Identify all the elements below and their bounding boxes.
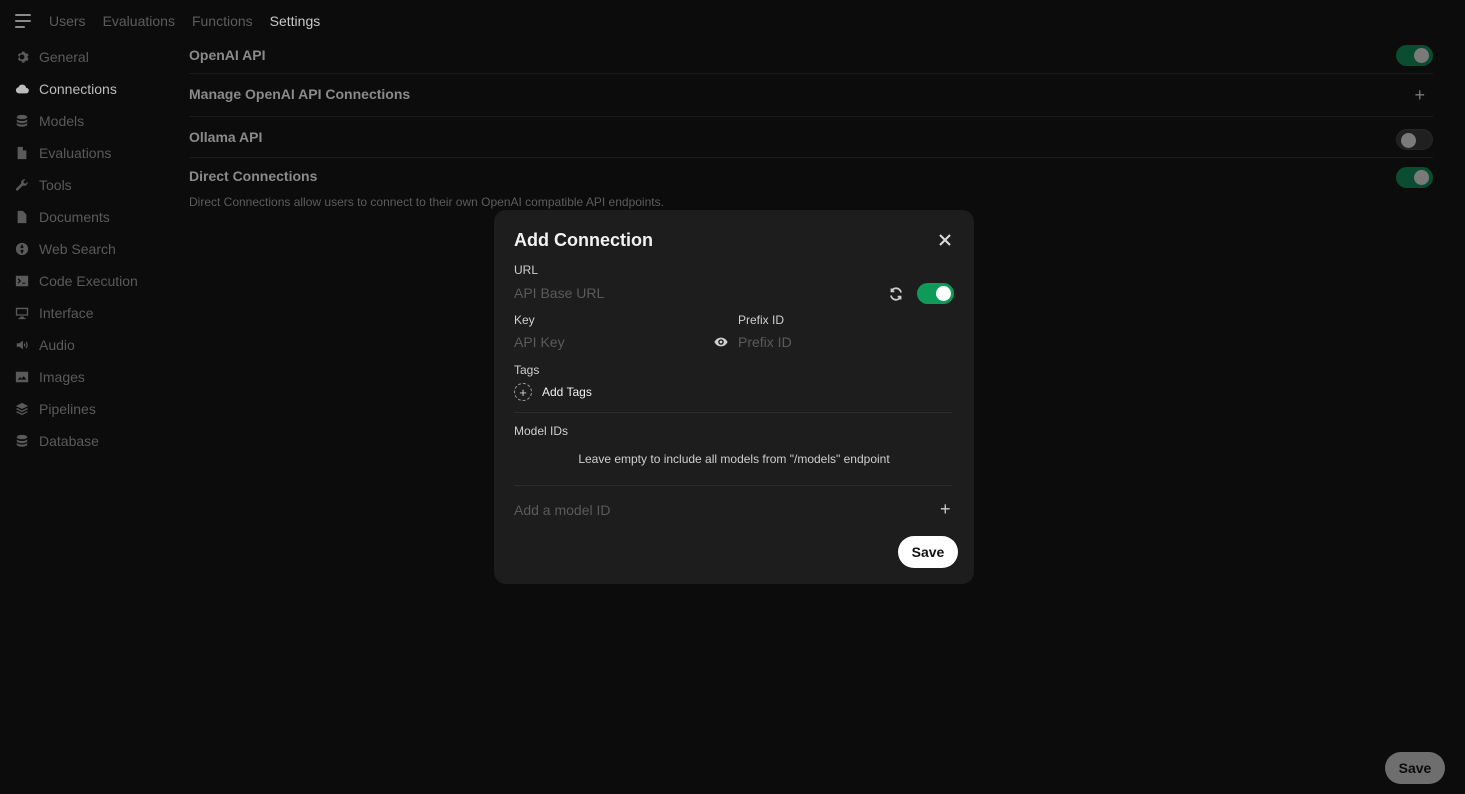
direct-connections-row: Direct Connections Direct Connections al… xyxy=(189,158,1433,218)
plus-icon: + xyxy=(514,383,532,401)
document-icon xyxy=(15,146,29,160)
globe-icon xyxy=(15,242,29,256)
prefix-id-label: Prefix ID xyxy=(738,313,785,327)
wrench-icon xyxy=(15,178,29,192)
close-icon[interactable] xyxy=(938,233,952,247)
sidebar-item-interface[interactable]: Interface xyxy=(15,297,175,329)
sidebar-item-connections[interactable]: Connections xyxy=(15,73,175,105)
openai-api-toggle[interactable] xyxy=(1396,45,1433,66)
url-input[interactable] xyxy=(514,284,874,302)
settings-save-button[interactable]: Save xyxy=(1385,752,1445,784)
openai-api-label: OpenAI API xyxy=(189,47,266,63)
speaker-icon xyxy=(15,338,29,352)
modal-title: Add Connection xyxy=(514,230,653,250)
divider xyxy=(514,412,952,413)
tab-users[interactable]: Users xyxy=(49,13,86,29)
sidebar-item-label: Models xyxy=(39,113,85,129)
url-label: URL xyxy=(514,263,539,277)
api-key-input[interactable] xyxy=(514,333,704,351)
stack-icon xyxy=(15,114,29,128)
image-icon xyxy=(15,370,29,384)
sidebar-item-label: Database xyxy=(39,433,99,449)
sidebar: General Connections Models Evaluations T… xyxy=(15,41,175,457)
sidebar-item-evaluations[interactable]: Evaluations xyxy=(15,137,175,169)
sidebar-item-label: General xyxy=(39,49,89,65)
document-icon xyxy=(15,210,29,224)
sidebar-item-pipelines[interactable]: Pipelines xyxy=(15,393,175,425)
sidebar-item-label: Tools xyxy=(39,177,72,193)
direct-connections-toggle[interactable] xyxy=(1396,167,1433,188)
top-nav: Users Evaluations Functions Settings xyxy=(15,10,337,32)
model-ids-label: Model IDs xyxy=(514,424,569,438)
refresh-icon[interactable] xyxy=(888,286,904,302)
sidebar-item-label: Connections xyxy=(39,81,117,97)
tab-settings[interactable]: Settings xyxy=(270,13,321,29)
direct-connections-label: Direct Connections xyxy=(189,168,318,184)
sidebar-item-code-execution[interactable]: Code Execution xyxy=(15,265,175,297)
manage-openai-label: Manage OpenAI API Connections xyxy=(189,86,411,102)
connections-settings: OpenAI API Manage OpenAI API Connections… xyxy=(189,40,1433,218)
terminal-icon xyxy=(15,274,29,288)
sidebar-item-tools[interactable]: Tools xyxy=(15,169,175,201)
direct-connections-description: Direct Connections allow users to connec… xyxy=(189,195,664,209)
sidebar-item-audio[interactable]: Audio xyxy=(15,329,175,361)
monitor-icon xyxy=(15,306,29,320)
modal-save-button[interactable]: Save xyxy=(898,536,958,568)
tags-label: Tags xyxy=(514,363,540,377)
add-connection-modal: Add Connection URL Key Prefix ID Tags + … xyxy=(494,210,974,584)
ollama-api-toggle[interactable] xyxy=(1396,129,1433,150)
sidebar-item-label: Documents xyxy=(39,209,110,225)
sidebar-item-label: Images xyxy=(39,369,85,385)
gear-icon xyxy=(15,50,29,64)
add-tags-label: Add Tags xyxy=(542,385,592,399)
connection-enabled-toggle[interactable] xyxy=(917,283,954,304)
add-openai-connection-button[interactable]: + xyxy=(1414,86,1425,104)
tab-evaluations[interactable]: Evaluations xyxy=(103,13,175,29)
sidebar-item-documents[interactable]: Documents xyxy=(15,201,175,233)
prefix-id-input[interactable] xyxy=(738,333,948,351)
sidebar-item-label: Code Execution xyxy=(39,273,138,289)
sidebar-item-models[interactable]: Models xyxy=(15,105,175,137)
sidebar-item-label: Web Search xyxy=(39,241,116,257)
sidebar-item-label: Interface xyxy=(39,305,94,321)
menu-icon[interactable] xyxy=(15,14,31,28)
database-icon xyxy=(15,434,29,448)
sidebar-item-database[interactable]: Database xyxy=(15,425,175,457)
add-tags-button[interactable]: + Add Tags xyxy=(514,383,592,401)
settings-page: Users Evaluations Functions Settings Gen… xyxy=(0,0,1465,794)
model-ids-hint: Leave empty to include all models from "… xyxy=(578,452,890,466)
sidebar-item-label: Audio xyxy=(39,337,75,353)
layers-icon xyxy=(15,402,29,416)
sidebar-item-images[interactable]: Images xyxy=(15,361,175,393)
key-label: Key xyxy=(514,313,535,327)
tab-functions[interactable]: Functions xyxy=(192,13,253,29)
add-model-id-button[interactable]: + xyxy=(940,500,951,518)
eye-icon[interactable] xyxy=(714,335,728,349)
divider xyxy=(514,485,952,486)
ollama-api-label: Ollama API xyxy=(189,129,263,145)
sidebar-item-web-search[interactable]: Web Search xyxy=(15,233,175,265)
openai-api-row: OpenAI API xyxy=(189,40,1433,74)
sidebar-item-label: Evaluations xyxy=(39,145,112,161)
ollama-api-row: Ollama API xyxy=(189,117,1433,158)
manage-openai-row: Manage OpenAI API Connections + xyxy=(189,74,1433,117)
sidebar-item-general[interactable]: General xyxy=(15,41,175,73)
cloud-icon xyxy=(15,82,29,96)
add-model-id-input[interactable] xyxy=(514,501,924,519)
sidebar-item-label: Pipelines xyxy=(39,401,96,417)
